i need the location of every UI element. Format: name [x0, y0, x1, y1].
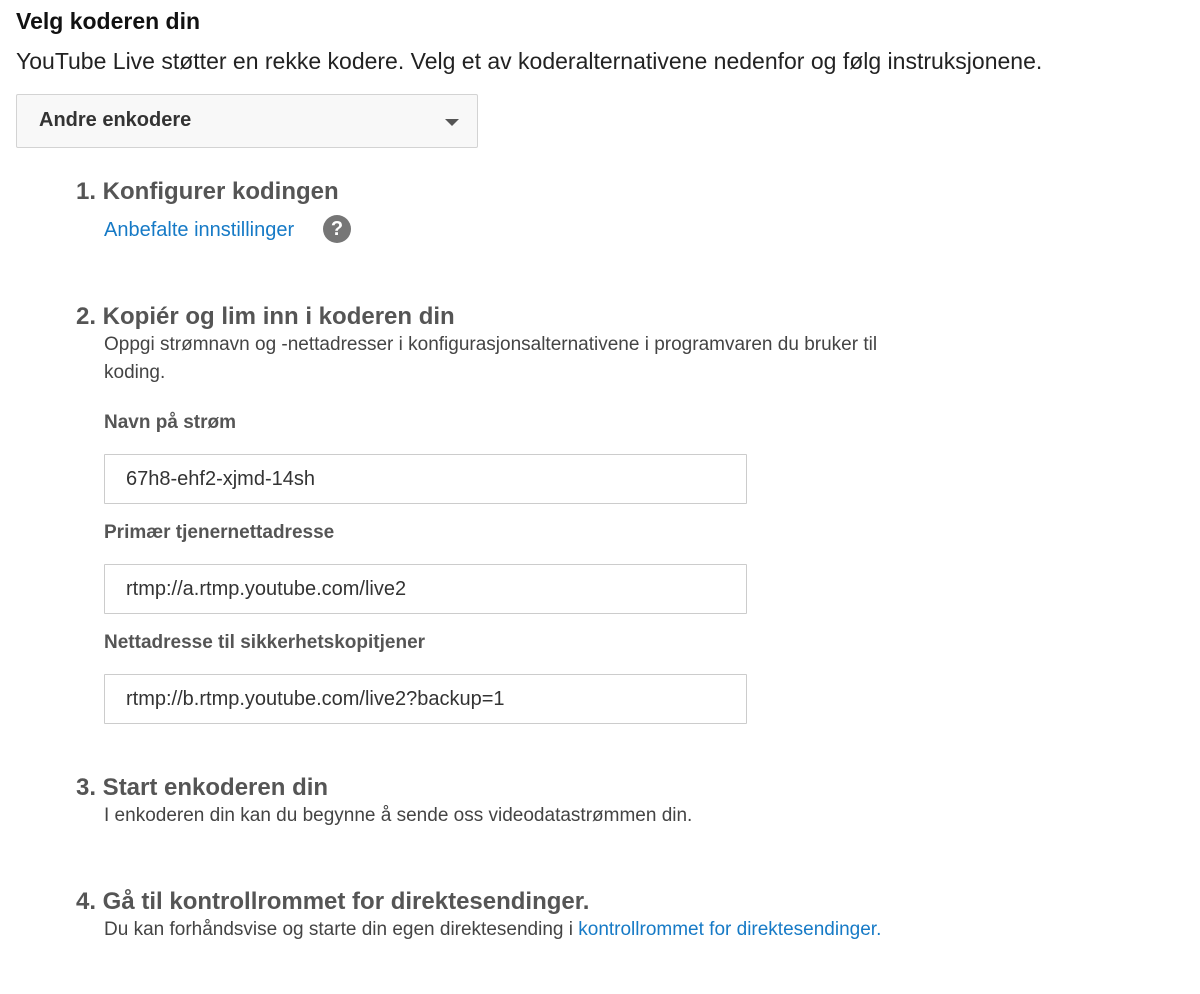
primary-server-url-label: Primær tjenernettadresse: [104, 522, 335, 543]
chevron-down-icon: [445, 119, 459, 126]
stream-name-field[interactable]: [104, 454, 747, 504]
backup-server-url-label: Nettadresse til sikkerhetskopitjener: [104, 632, 426, 653]
step-2-description-line-2: koding.: [104, 362, 166, 383]
step-1-title: 1. Konfigurer kodingen: [76, 178, 339, 205]
page-title: Velg koderen din: [16, 8, 201, 34]
step-3-title: 3. Start enkoderen din: [76, 774, 329, 801]
live-control-room-link[interactable]: kontrollrommet for direktesendinger: [578, 919, 876, 940]
encoder-dropdown-label: Andre enkodere: [39, 109, 192, 131]
step-4-description: Du kan forhåndsvise og starte din egen d…: [104, 916, 881, 944]
question-mark-icon[interactable]: ?: [323, 215, 351, 243]
recommended-settings-link[interactable]: Anbefalte innstillinger: [104, 216, 294, 244]
stream-name-label: Navn på strøm: [104, 412, 236, 433]
step-2-description: Oppgi strømnavn og -nettadresser i konfi…: [104, 331, 1024, 387]
backup-server-url-field[interactable]: [104, 674, 747, 724]
step-3-description: I enkoderen din kan du begynne å sende o…: [104, 805, 693, 826]
step-2-description-line-1: Oppgi strømnavn og -nettadresser i konfi…: [104, 334, 878, 355]
encoder-dropdown[interactable]: Andre enkodere: [16, 94, 478, 148]
step-4-title: 4. Gå til kontrollrommet for direktesend…: [76, 888, 590, 915]
step-2-title: 2. Kopiér og lim inn i koderen din: [76, 303, 455, 330]
primary-server-url-field[interactable]: [104, 564, 747, 614]
step-4-description-period: .: [876, 919, 882, 940]
page-description: YouTube Live støtter en rekke kodere. Ve…: [16, 48, 1043, 74]
step-4-description-text: Du kan forhåndsvise og starte din egen d…: [104, 919, 579, 940]
